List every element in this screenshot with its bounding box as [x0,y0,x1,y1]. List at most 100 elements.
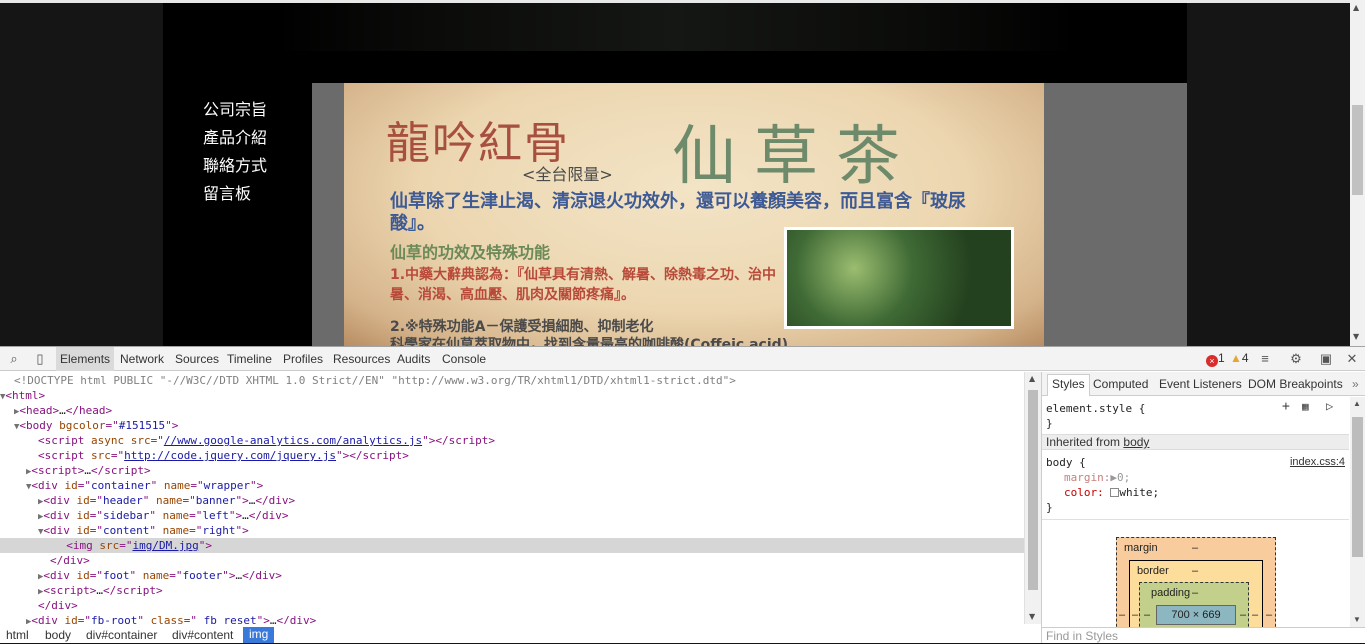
color-declaration[interactable]: color: white; [1064,486,1159,499]
product-flyer-image: 龍吟紅骨 仙草茶 <全台限量> 仙草除了生津止渴、清涼退火功效外，還可以養顏美容… [344,83,1044,346]
close-icon[interactable]: ✕ [1344,351,1360,367]
boxmodel-margin-top: – [1192,542,1199,554]
devtools-toolbar: ⌕ ▯ Elements Network Sources Timeline Pr… [0,347,1365,371]
boxmodel-border-label: border [1137,565,1169,577]
find-in-styles-input[interactable]: Find in Styles [1042,627,1365,643]
warning-counter[interactable]: ▲4 [1230,351,1249,365]
flyer-heading: 仙草的功效及特殊功能 [390,243,551,262]
gear-icon[interactable]: ⚙ [1288,351,1304,367]
flyer-subtitle: <全台限量> [522,165,613,184]
new-rule-icon[interactable]: + [1282,399,1290,414]
warning-icon: ▲ [1230,351,1242,365]
tab-styles[interactable]: Styles [1047,374,1090,396]
dom-node-content-close[interactable]: </div> [50,553,1024,568]
boxmodel-border-left: – [1132,609,1139,621]
boxmodel-margin-label: margin [1124,542,1158,554]
tab-elements[interactable]: Elements [56,347,115,371]
breadcrumb-body[interactable]: body [45,628,71,642]
body-rule-selector[interactable]: body { [1046,456,1086,469]
dom-node-html[interactable]: ▼<html> [0,388,1024,403]
dom-node-script-ga[interactable]: <script async src="//www.google-analytic… [38,433,1024,448]
tab-network[interactable]: Network [116,347,168,371]
tab-timeline[interactable]: Timeline [223,347,276,371]
page-viewport: 公司宗旨 產品介紹 聯絡方式 留言板 龍吟紅骨 仙草茶 <全台限量> 仙草除了生… [0,0,1350,346]
console-drawer-icon[interactable]: ≡ [1257,351,1273,367]
dom-node-container-close[interactable]: </div> [38,598,1024,613]
page-content: 龍吟紅骨 仙草茶 <全台限量> 仙草除了生津止渴、清涼退火功效外，還可以養顏美容… [312,83,1187,346]
margin-declaration[interactable]: margin:▶0; [1064,471,1130,484]
boxmodel-border-right: – [1252,609,1259,621]
tab-resources[interactable]: Resources [329,347,394,371]
element-state-icon[interactable]: ▦ [1302,400,1309,413]
tab-sources[interactable]: Sources [171,347,223,371]
dom-node-content[interactable]: ▼<div id="content" name="right"> [38,523,1024,538]
dom-node-header[interactable]: ▶<div id="header" name="banner">…</div> [38,493,1024,508]
nav-link-products[interactable]: 產品介紹 [203,124,312,152]
search-icon[interactable]: ⌕ [6,351,22,367]
styles-scrollbar[interactable]: ▲ ▼ [1350,397,1365,627]
device-mode-icon[interactable]: ▯ [32,351,48,367]
dom-scrollbar-thumb[interactable] [1028,390,1038,590]
scroll-down-icon[interactable]: ▼ [1353,615,1361,624]
boxmodel-padding-left: – [1144,609,1151,621]
scroll-up-icon[interactable]: ▲ [1353,399,1361,408]
breadcrumb-html[interactable]: html [6,628,29,642]
dock-side-icon[interactable]: ▣ [1318,351,1334,367]
element-style-selector[interactable]: element.style { [1046,402,1145,415]
error-count: 1 [1218,351,1225,365]
animations-icon[interactable]: ▷ [1326,399,1333,413]
scroll-up-icon[interactable]: ▲ [1353,3,1359,12]
nav-link-contact[interactable]: 聯絡方式 [203,152,312,180]
devtools-panel: ⌕ ▯ Elements Network Sources Timeline Pr… [0,346,1365,643]
tab-event-listeners[interactable]: Event Listeners [1159,377,1242,391]
dom-node-script-jquery[interactable]: <script src="http://code.jquery.com/jque… [38,448,1024,463]
inherited-header: Inherited from body [1042,434,1349,450]
sidebar-tabs: Styles Computed Event Listeners DOM Brea… [1042,372,1365,396]
boxmodel-border-top: – [1192,565,1199,577]
boxmodel-padding-right: – [1240,609,1247,621]
boxmodel-padding-top: – [1192,587,1199,599]
inherited-label: Inherited from [1046,435,1121,449]
breadcrumb-content[interactable]: div#content [172,628,233,642]
flyer-point-1: 1.中藥大辭典認為：『仙草具有清熱、解暑、除熱毒之功、治中暑、消渴、高血壓、肌肉… [390,267,777,303]
warning-count: 4 [1241,351,1249,365]
dom-node-foot[interactable]: ▶<div id="foot" name="footer">…</div> [38,568,1024,583]
dom-node-head[interactable]: ▶<head>…</head> [14,403,1024,418]
rule-source-link[interactable]: index.css:4 [1290,456,1345,468]
flyer-leaf-photo [784,227,1014,329]
page-scrollbar-thumb[interactable] [1352,105,1363,195]
breadcrumb-container[interactable]: div#container [86,628,157,642]
tab-computed[interactable]: Computed [1093,377,1148,391]
header-banner [275,3,1075,51]
dom-node-sidebar[interactable]: ▶<div id="sidebar" name="left">…</div> [38,508,1024,523]
tab-audits[interactable]: Audits [393,347,434,371]
dom-tree: <!DOCTYPE html PUBLIC "-//W3C//DTD XHTML… [0,372,1024,624]
styles-pane: element.style { + ▦ ▷ } Inherited from b… [1042,397,1349,627]
nav-link-guestbook[interactable]: 留言板 [203,180,312,208]
page-sidebar: 公司宗旨 產品介紹 聯絡方式 留言板 [163,83,312,346]
error-counter[interactable]: × 1 [1206,351,1225,367]
dom-node-img-selected[interactable]: <img src="img/DM.jpg"> [0,538,1024,553]
dom-doctype[interactable]: <!DOCTYPE html PUBLIC "-//W3C//DTD XHTML… [14,373,1024,388]
dom-node-fb-root[interactable]: ▶<div id="fb-root" class=" fb_reset">…</… [26,613,1024,624]
nav-link-about[interactable]: 公司宗旨 [203,96,312,124]
breadcrumb-img[interactable]: img [243,627,275,643]
dom-node-script[interactable]: ▶<script>…</script> [26,463,1024,478]
dom-node-body[interactable]: ▼<body bgcolor="#151515"> [14,418,1024,433]
more-tabs-icon[interactable]: » [1352,377,1359,391]
page-scrollbar[interactable]: ▲ ▼ [1350,0,1365,346]
scroll-down-icon[interactable]: ▼ [1029,612,1035,621]
dom-node-container[interactable]: ▼<div id="container" name="wrapper"> [26,478,1024,493]
dom-node-script-2[interactable]: ▶<script>…</script> [38,583,1024,598]
tab-console[interactable]: Console [438,347,490,371]
dom-scrollbar[interactable]: ▲ ▼ [1024,372,1041,624]
tab-dom-breakpoints[interactable]: DOM Breakpoints [1248,377,1343,391]
tab-profiles[interactable]: Profiles [279,347,327,371]
scroll-up-icon[interactable]: ▲ [1029,374,1035,383]
page-header [163,3,1187,83]
styles-scrollbar-thumb[interactable] [1352,417,1363,557]
boxmodel-margin-left: – [1119,609,1126,621]
scroll-down-icon[interactable]: ▼ [1353,332,1359,341]
flyer-title-right: 仙草茶 [672,120,918,194]
inherited-body-link[interactable]: body [1123,435,1149,449]
